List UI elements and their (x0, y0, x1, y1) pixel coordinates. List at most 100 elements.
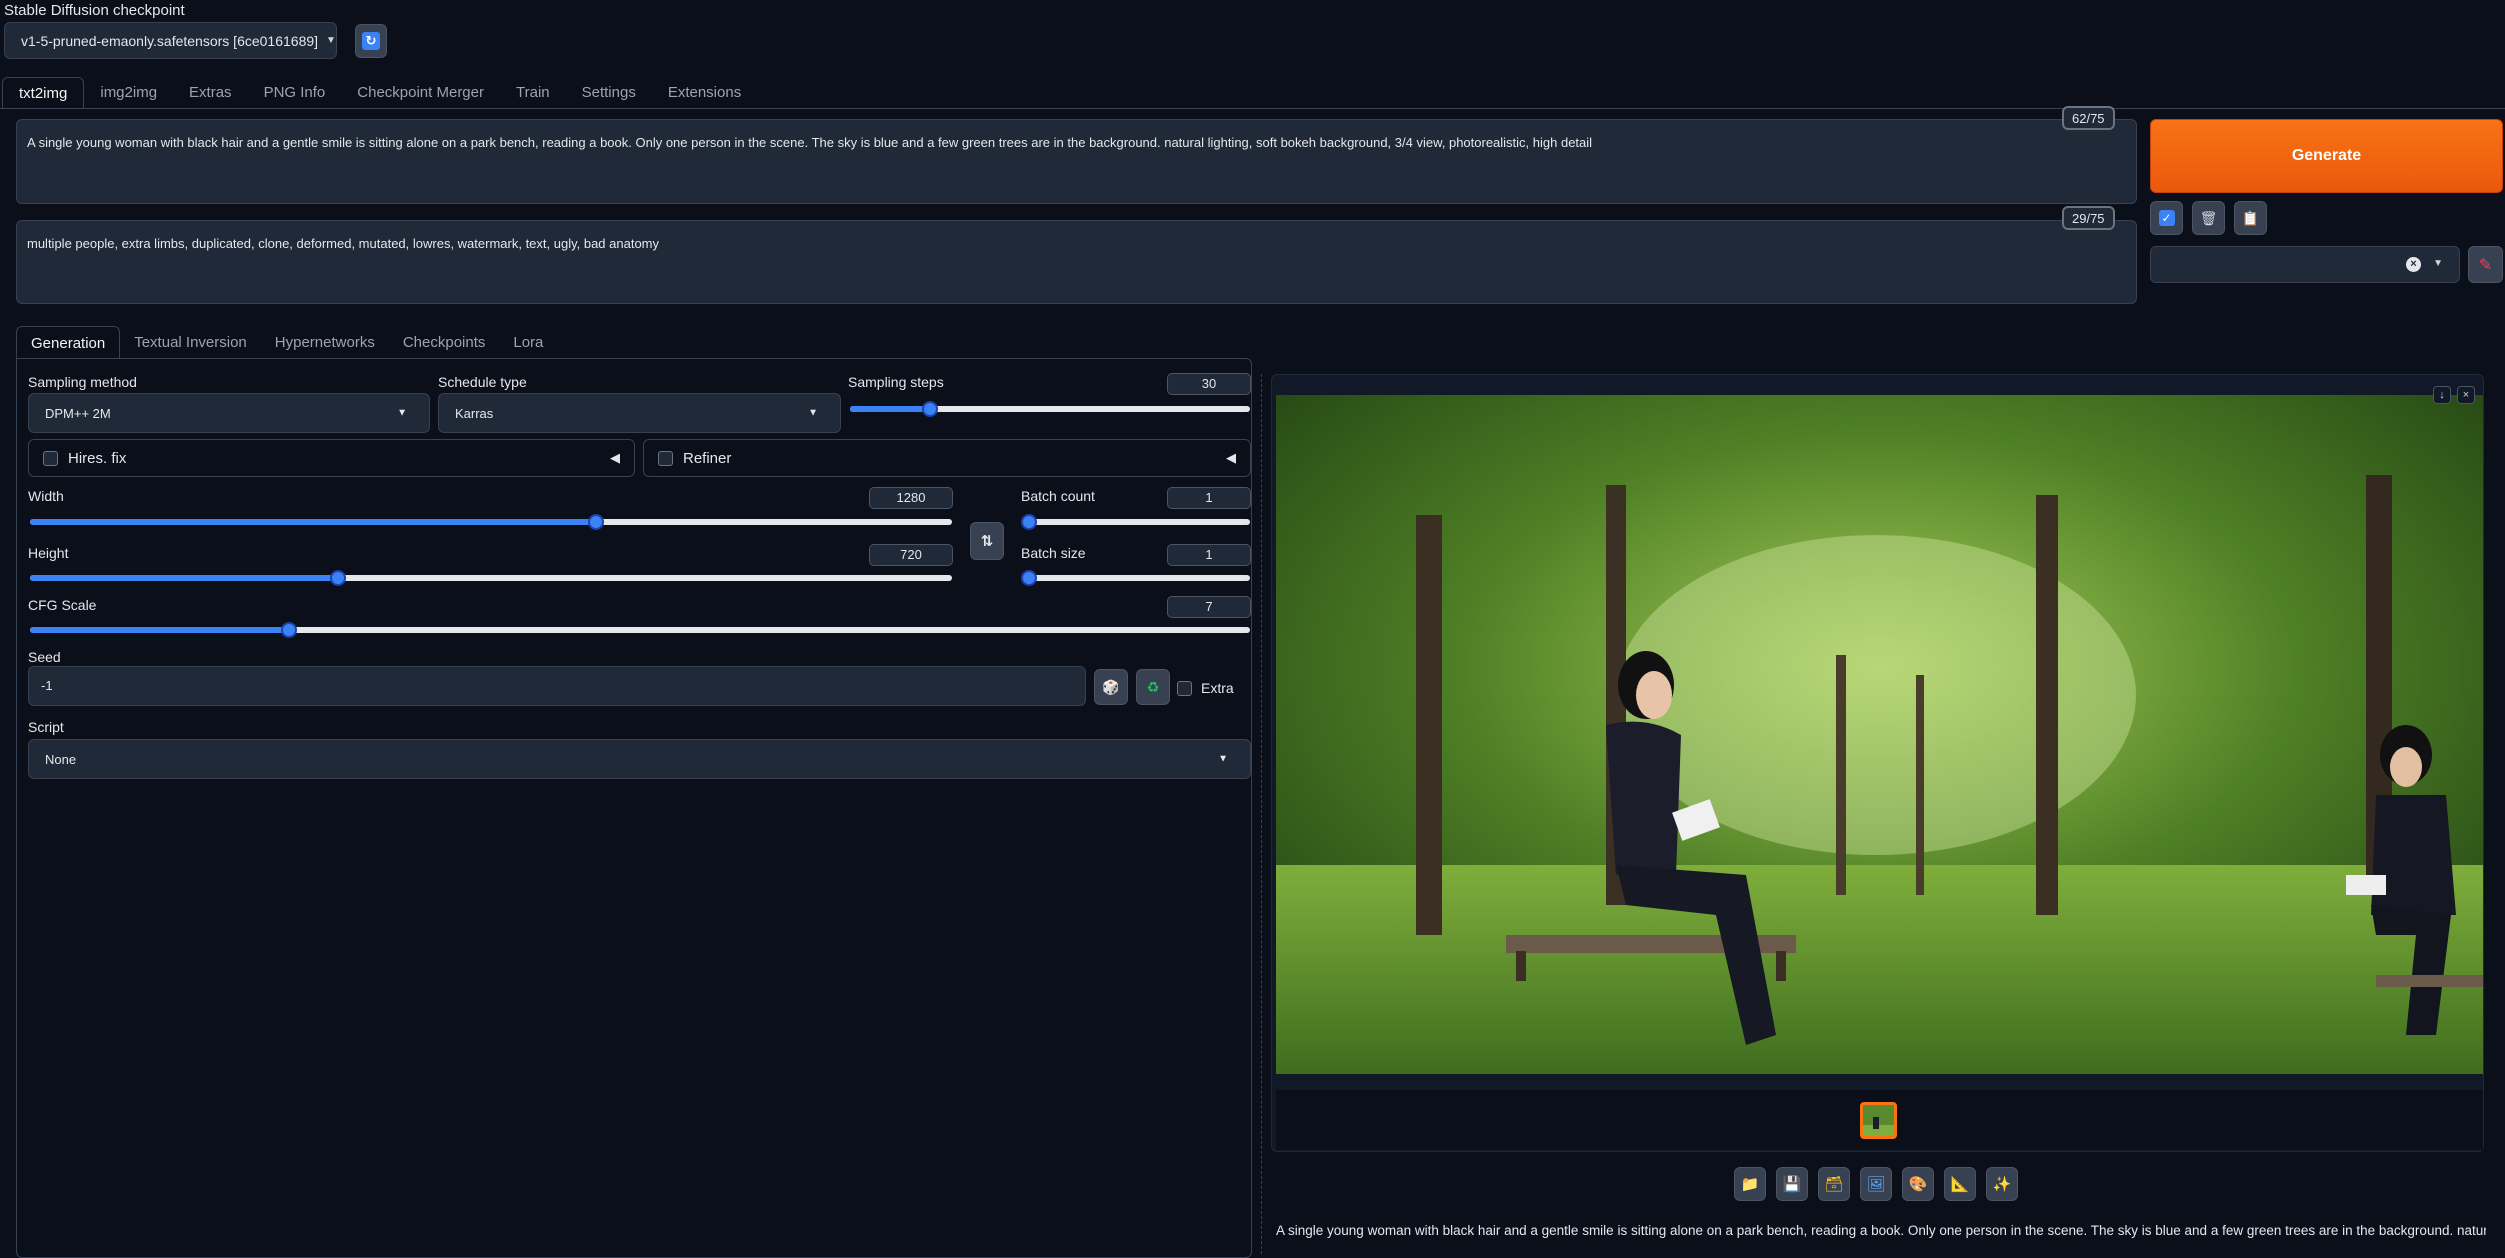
image-icon: 🖼 (1866, 1176, 1886, 1193)
trash-icon: 🗑 (2199, 209, 2218, 226)
main-tabs: txt2img img2img Extras PNG Info Checkpoi… (2, 77, 757, 109)
palette-icon: 🎨 (1908, 1176, 1928, 1193)
generate-button[interactable]: Generate (2150, 119, 2503, 193)
tab-checkpoint-merger[interactable]: Checkpoint Merger (341, 77, 500, 109)
width-input[interactable]: 1280 (869, 487, 953, 509)
schedule-type-select[interactable]: Karras ▼ (438, 393, 841, 433)
thumbnail-image (1863, 1105, 1894, 1136)
extra-seed-checkbox[interactable] (1177, 681, 1192, 696)
apply-styles-button[interactable]: 📋 (2234, 201, 2267, 235)
height-input[interactable]: 720 (869, 544, 953, 566)
collapse-arrow-icon: ◀ (1226, 450, 1236, 465)
slider-fill (30, 519, 597, 525)
clipboard-icon: 📋 (2241, 209, 2260, 226)
park-scene-illustration (1276, 395, 2483, 1074)
slider-handle[interactable] (922, 401, 938, 417)
batch-count-label: Batch count (1021, 488, 1095, 504)
gallery-thumbnail[interactable] (1860, 1102, 1897, 1139)
sampling-steps-input[interactable]: 30 (1167, 373, 1251, 395)
send-to-img2img-button[interactable]: 🖼 (1860, 1167, 1892, 1201)
zip-icon: 🗃 (1824, 1176, 1844, 1193)
batch-count-slider[interactable] (1021, 514, 1250, 530)
script-label: Script (28, 719, 64, 735)
tab-generation[interactable]: Generation (16, 326, 121, 359)
schedule-type-label: Schedule type (438, 374, 527, 390)
chevron-down-icon: ▼ (1218, 753, 1228, 765)
slider-fill (850, 406, 930, 412)
gallery-toolbar: 📁 💾 🗃 🖼 🎨 📐 ✨ (1734, 1167, 2018, 1201)
chevron-down-icon: ▼ (808, 407, 818, 419)
tabs-divider (0, 108, 2505, 109)
checkpoint-select[interactable]: v1-5-pruned-emaonly.safetensors [6ce0161… (4, 22, 337, 59)
sampling-steps-slider[interactable] (850, 401, 1250, 417)
slider-handle[interactable] (329, 570, 346, 586)
read-params-button[interactable]: ✓ (2150, 201, 2183, 235)
prompt-textarea[interactable]: A single young woman with black hair and… (16, 119, 2137, 204)
send-to-extras-button[interactable]: 📐 (1944, 1167, 1976, 1201)
slider-fill (30, 627, 289, 633)
hires-fix-accordion[interactable]: Hires. fix ◀ (28, 439, 635, 477)
width-slider[interactable] (30, 514, 952, 530)
tab-settings[interactable]: Settings (566, 77, 652, 109)
slider-handle[interactable] (588, 514, 605, 530)
negative-prompt-textarea[interactable]: multiple people, extra limbs, duplicated… (16, 220, 2137, 304)
reuse-seed-button[interactable]: ♻ (1136, 669, 1170, 705)
tab-textual-inversion[interactable]: Textual Inversion (120, 326, 261, 359)
clear-icon[interactable]: × (2406, 257, 2421, 272)
collapse-arrow-icon: ◀ (610, 450, 620, 465)
slider-handle[interactable] (1021, 514, 1037, 530)
send-to-inpaint-button[interactable]: 🎨 (1902, 1167, 1934, 1201)
chevron-down-icon: ▼ (397, 407, 407, 419)
upscale-button[interactable]: ✨ (1986, 1167, 2018, 1201)
sampling-steps-label: Sampling steps (848, 374, 944, 390)
tab-png-info[interactable]: PNG Info (248, 77, 342, 109)
download-icon[interactable]: ↓ (2433, 386, 2451, 404)
styles-select[interactable]: × ▼ (2150, 246, 2460, 283)
batch-count-input[interactable]: 1 (1167, 487, 1251, 509)
generation-info-text: A single young woman with black hair and… (1276, 1223, 2486, 1238)
checkpoint-label: Stable Diffusion checkpoint (4, 2, 185, 19)
height-slider[interactable] (30, 570, 952, 586)
close-icon[interactable]: × (2457, 386, 2475, 404)
checkpoint-value: v1-5-pruned-emaonly.safetensors [6ce0161… (21, 32, 319, 49)
seed-label: Seed (28, 649, 61, 665)
slider-handle[interactable] (1021, 570, 1037, 586)
tab-checkpoints[interactable]: Checkpoints (389, 326, 500, 359)
hires-fix-label: Hires. fix (68, 449, 127, 467)
slider-handle[interactable] (280, 622, 297, 638)
open-folder-button[interactable]: 📁 (1734, 1167, 1766, 1201)
tab-hypernetworks[interactable]: Hypernetworks (261, 326, 389, 359)
prompt-token-counter: 62/75 (2062, 106, 2115, 130)
swap-dimensions-button[interactable]: ⇅ (970, 522, 1004, 560)
save-button[interactable]: 💾 (1776, 1167, 1808, 1201)
seed-input[interactable]: -1 (28, 666, 1086, 706)
slider-fill (30, 575, 338, 581)
dice-icon: 🎲 (1102, 678, 1120, 695)
tab-txt2img[interactable]: txt2img (2, 77, 85, 109)
refiner-accordion[interactable]: Refiner ◀ (643, 439, 1251, 477)
recycle-icon: ♻ (1146, 678, 1160, 695)
tab-lora[interactable]: Lora (499, 326, 557, 359)
cfg-scale-slider[interactable] (30, 622, 1250, 638)
swap-icon: ⇅ (980, 533, 994, 550)
tab-extensions[interactable]: Extensions (652, 77, 757, 109)
hires-fix-checkbox[interactable] (43, 450, 58, 466)
cfg-scale-input[interactable]: 7 (1167, 596, 1251, 618)
sampling-method-select[interactable]: DPM++ 2M ▼ (28, 393, 430, 433)
tab-extras[interactable]: Extras (173, 77, 248, 109)
random-seed-button[interactable]: 🎲 (1094, 669, 1128, 705)
tab-img2img[interactable]: img2img (84, 77, 173, 109)
zip-button[interactable]: 🗃 (1818, 1167, 1850, 1201)
clear-prompt-button[interactable]: 🗑 (2192, 201, 2225, 235)
sampling-method-value: DPM++ 2M (45, 405, 111, 421)
script-select[interactable]: None ▼ (28, 739, 1251, 779)
refiner-checkbox[interactable] (658, 450, 673, 466)
tab-train[interactable]: Train (500, 77, 566, 109)
batch-size-input[interactable]: 1 (1167, 544, 1251, 566)
script-value: None (45, 751, 77, 767)
generated-image[interactable] (1276, 395, 2483, 1074)
refresh-checkpoint-button[interactable]: ↻ (355, 24, 387, 58)
width-label: Width (28, 488, 64, 504)
batch-size-slider[interactable] (1021, 570, 1250, 586)
edit-styles-button[interactable]: ✎ (2468, 246, 2503, 283)
